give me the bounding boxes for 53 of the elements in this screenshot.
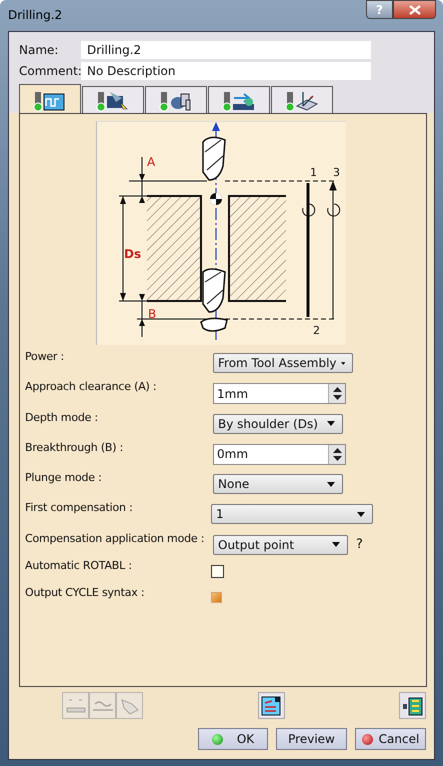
caret-icon [327, 421, 335, 426]
caret-icon [340, 360, 345, 366]
parameter-label: Depth mode : [25, 410, 99, 424]
comment-label: Comment: [19, 64, 81, 78]
parameter-label: Breakthrough (B) : [25, 440, 124, 454]
point-number: 2 [313, 324, 320, 337]
tab[interactable] [208, 86, 270, 113]
dropdown[interactable]: From Tool Assembly [213, 353, 353, 373]
comment-field[interactable]: No Description [81, 62, 371, 80]
up-down-arrows-icon [330, 385, 344, 402]
toolbar-button[interactable] [399, 692, 426, 719]
point-number: 3 [333, 166, 340, 179]
dropdown[interactable]: 1 [211, 504, 373, 524]
tab[interactable] [82, 86, 144, 113]
point-number: 1 [310, 166, 317, 179]
parameter-label: Approach clearance (A) : [25, 379, 158, 394]
value-field[interactable]: 0mm [213, 444, 346, 465]
dialog-button[interactable]: Preview [276, 728, 347, 750]
dropdown[interactable]: By shoulder (Ds) [213, 414, 343, 434]
caret-icon [357, 512, 365, 517]
value-field[interactable]: 1mm [213, 383, 346, 404]
document-icon [260, 694, 282, 716]
breakthrough-label: B [148, 307, 156, 321]
dropdown[interactable]: Output point [213, 534, 348, 555]
dropdown[interactable]: None [213, 474, 343, 494]
parameter-label: Plunge mode : [25, 470, 103, 484]
window-title: Drilling.2 [8, 8, 62, 22]
help-link[interactable]: ? [356, 537, 363, 552]
spin-buttons[interactable] [328, 384, 345, 404]
dialog-button[interactable]: Cancel [355, 728, 426, 750]
checkbox[interactable] [211, 564, 224, 578]
depth-label: Ds [124, 247, 142, 261]
name-field[interactable]: Drilling.2 [81, 41, 371, 59]
parameter-label: First compensation : [25, 500, 134, 514]
tab[interactable] [19, 84, 81, 114]
checkbox[interactable] [211, 592, 222, 603]
parameter-label: Power : [25, 349, 66, 363]
tab[interactable] [145, 86, 207, 113]
parameter-label: Compensation application mode : [25, 530, 206, 545]
name-label: Name: [19, 43, 60, 57]
up-down-arrows-icon [330, 446, 344, 463]
spin-buttons[interactable] [328, 444, 345, 464]
parameter-label: Automatic ROTABL : [25, 558, 133, 572]
caret-icon [332, 542, 340, 548]
close-button[interactable] [393, 0, 436, 19]
parameter-label: Output CYCLE syntax : [25, 584, 146, 599]
close-icon [408, 4, 420, 14]
tab[interactable] [271, 86, 333, 113]
caret-icon [327, 482, 335, 487]
toolbar-button[interactable] [258, 692, 284, 719]
clearance-label: A [147, 155, 156, 169]
dialog-button[interactable]: OK [198, 728, 268, 750]
film-icon [402, 694, 424, 716]
